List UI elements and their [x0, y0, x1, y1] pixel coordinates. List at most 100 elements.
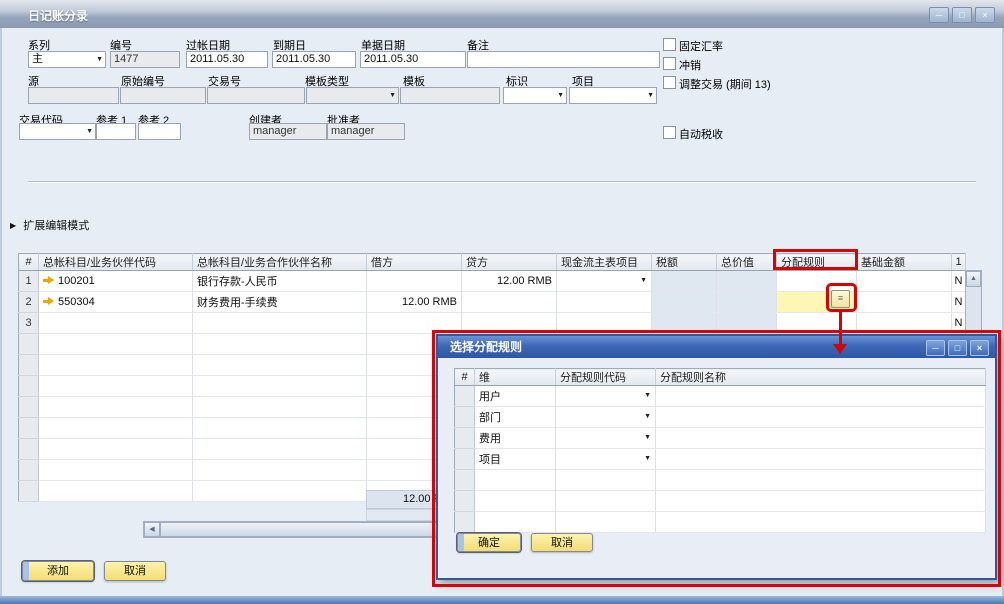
document-date-field[interactable]: 2011.05.30	[360, 51, 466, 68]
row-number-cell	[455, 386, 475, 407]
col-dimension[interactable]: 维	[475, 369, 556, 386]
table-header-row: # 维 分配规则代码 分配规则名称	[455, 369, 986, 386]
ok-button[interactable]: 确定	[457, 533, 521, 552]
rule-code-cell[interactable]: ▼	[556, 449, 656, 470]
account-name-cell[interactable]	[193, 313, 367, 334]
dimension-row-empty[interactable]	[455, 491, 986, 512]
account-code-cell[interactable]	[39, 313, 193, 334]
col-distribution-rule[interactable]: 分配规则	[777, 254, 857, 271]
account-code-cell[interactable]: 100201	[39, 271, 193, 292]
account-name-cell[interactable]: 银行存款-人民币	[193, 271, 367, 292]
dimension-row[interactable]: 用户 ▼	[455, 386, 986, 407]
col-debit[interactable]: 借方	[367, 254, 462, 271]
add-button[interactable]: 添加	[22, 561, 94, 581]
transaction-code-select[interactable]: ▼	[19, 123, 96, 140]
rule-name-cell	[656, 386, 986, 407]
row-number-cell	[455, 491, 475, 512]
debit-cell[interactable]	[367, 271, 462, 292]
remarks-field[interactable]	[467, 51, 660, 68]
rule-code-cell[interactable]: ▼	[556, 407, 656, 428]
journal-line-row[interactable]: 2 550304 财务费用-手续费 12.00 RMB N	[19, 292, 966, 313]
close-icon[interactable]: ×	[975, 7, 995, 23]
window-titlebar[interactable]: 日记账分录 ─ □ ×	[0, 0, 1004, 28]
account-code-cell[interactable]: 550304	[39, 292, 193, 313]
rule-code-cell[interactable]: ▼	[556, 386, 656, 407]
dimension-row[interactable]: 项目 ▼	[455, 449, 986, 470]
credit-cell[interactable]	[462, 313, 557, 334]
scroll-left-icon[interactable]: ◀	[144, 522, 160, 537]
adjustment-transaction-checkbox[interactable]	[663, 76, 676, 89]
indicator-select[interactable]: ▼	[503, 87, 567, 104]
maximize-icon[interactable]: □	[948, 340, 967, 356]
minimize-icon[interactable]: ─	[926, 340, 945, 356]
dimension-row[interactable]: 费用 ▼	[455, 428, 986, 449]
chevron-down-icon[interactable]: ▼	[644, 407, 651, 427]
cashflow-cell[interactable]	[557, 313, 652, 334]
journal-line-row[interactable]: 1 100201 银行存款-人民币 12.00 RMB ▼ N	[19, 271, 966, 292]
link-arrow-icon[interactable]	[43, 276, 54, 285]
reverse-checkbox[interactable]	[663, 57, 676, 70]
col-credit[interactable]: 贷方	[462, 254, 557, 271]
series-select[interactable]: 主 ▼	[28, 51, 106, 68]
base-amount-cell[interactable]	[857, 292, 952, 313]
credit-cell[interactable]: 12.00 RMB	[462, 271, 557, 292]
dialog-cancel-button[interactable]: 取消	[531, 533, 593, 552]
row-number-cell	[19, 397, 39, 418]
grid-cell	[193, 481, 367, 502]
col-account-code[interactable]: 总帐科目/业务伙伴代码	[39, 254, 193, 271]
due-date-field[interactable]: 2011.05.30	[272, 51, 356, 68]
automatic-tax-checkbox[interactable]	[663, 126, 676, 139]
distribution-rule-cell[interactable]	[777, 271, 857, 292]
base-amount-cell[interactable]	[857, 271, 952, 292]
rule-code-cell[interactable]: ▼	[556, 428, 656, 449]
debit-cell[interactable]: 12.00 RMB	[367, 292, 462, 313]
col-cashflow[interactable]: 现金流主表项目	[557, 254, 652, 271]
dimension-row[interactable]: 部门 ▼	[455, 407, 986, 428]
col-base-amount[interactable]: 基础金额	[857, 254, 952, 271]
chevron-down-icon[interactable]: ▼	[644, 386, 651, 406]
base-amount-cell[interactable]	[857, 313, 952, 334]
distribution-rule-cell[interactable]	[777, 313, 857, 334]
link-arrow-icon[interactable]	[43, 297, 54, 306]
account-name-cell[interactable]: 财务费用-手续费	[193, 292, 367, 313]
dimension-row-empty[interactable]	[455, 470, 986, 491]
browse-distribution-rule-button[interactable]: ≡	[831, 290, 850, 308]
rule-name-cell	[656, 449, 986, 470]
expanded-edit-mode-label: 扩展编辑模式	[23, 220, 89, 232]
project-select[interactable]: ▼	[569, 87, 657, 104]
col-account-name[interactable]: 总帐科目/业务合作伙伴名称	[193, 254, 367, 271]
journal-line-row[interactable]: 3 N	[19, 313, 966, 334]
grid-cell	[193, 439, 367, 460]
adjustment-transaction-label: 调整交易 (期间 13)	[679, 76, 771, 92]
chevron-down-icon[interactable]: ▼	[644, 449, 651, 469]
template-type-select[interactable]: ▼	[306, 87, 399, 104]
dialog-titlebar[interactable]: 选择分配规则 ─ □ ×	[438, 336, 995, 358]
fixed-exchange-rate-checkbox[interactable]	[663, 38, 676, 51]
reference1-field[interactable]	[96, 123, 136, 140]
col-rule-code[interactable]: 分配规则代码	[556, 369, 656, 386]
col-tax[interactable]: 税额	[652, 254, 717, 271]
transaction-number-field	[207, 87, 305, 104]
row-number-cell: 3	[19, 313, 39, 334]
account-code: 100201	[58, 275, 95, 287]
reference2-field[interactable]	[138, 123, 181, 140]
scroll-up-icon[interactable]: ▲	[966, 271, 981, 287]
cashflow-cell[interactable]	[557, 292, 652, 313]
minimize-icon[interactable]: ─	[929, 7, 949, 23]
cashflow-cell[interactable]: ▼	[557, 271, 652, 292]
debit-cell[interactable]	[367, 313, 462, 334]
chevron-down-icon[interactable]: ▼	[644, 428, 651, 448]
chevron-down-icon[interactable]: ▼	[640, 271, 647, 291]
close-icon[interactable]: ×	[970, 340, 989, 356]
chevron-down-icon: ▼	[86, 128, 93, 135]
maximize-icon[interactable]: □	[952, 7, 972, 23]
credit-cell[interactable]	[462, 292, 557, 313]
row-number-cell	[19, 460, 39, 481]
posting-date-field[interactable]: 2011.05.30	[186, 51, 268, 68]
cancel-button[interactable]: 取消	[104, 561, 166, 581]
col-gross[interactable]: 总价值	[717, 254, 777, 271]
expanded-edit-mode-toggle[interactable]: ▶ 扩展编辑模式	[10, 217, 89, 233]
col-rule-name[interactable]: 分配规则名称	[656, 369, 986, 386]
distribution-rule-table[interactable]: # 维 分配规则代码 分配规则名称 用户 ▼ 部门 ▼	[454, 368, 986, 533]
dimension-row-empty[interactable]	[455, 512, 986, 533]
